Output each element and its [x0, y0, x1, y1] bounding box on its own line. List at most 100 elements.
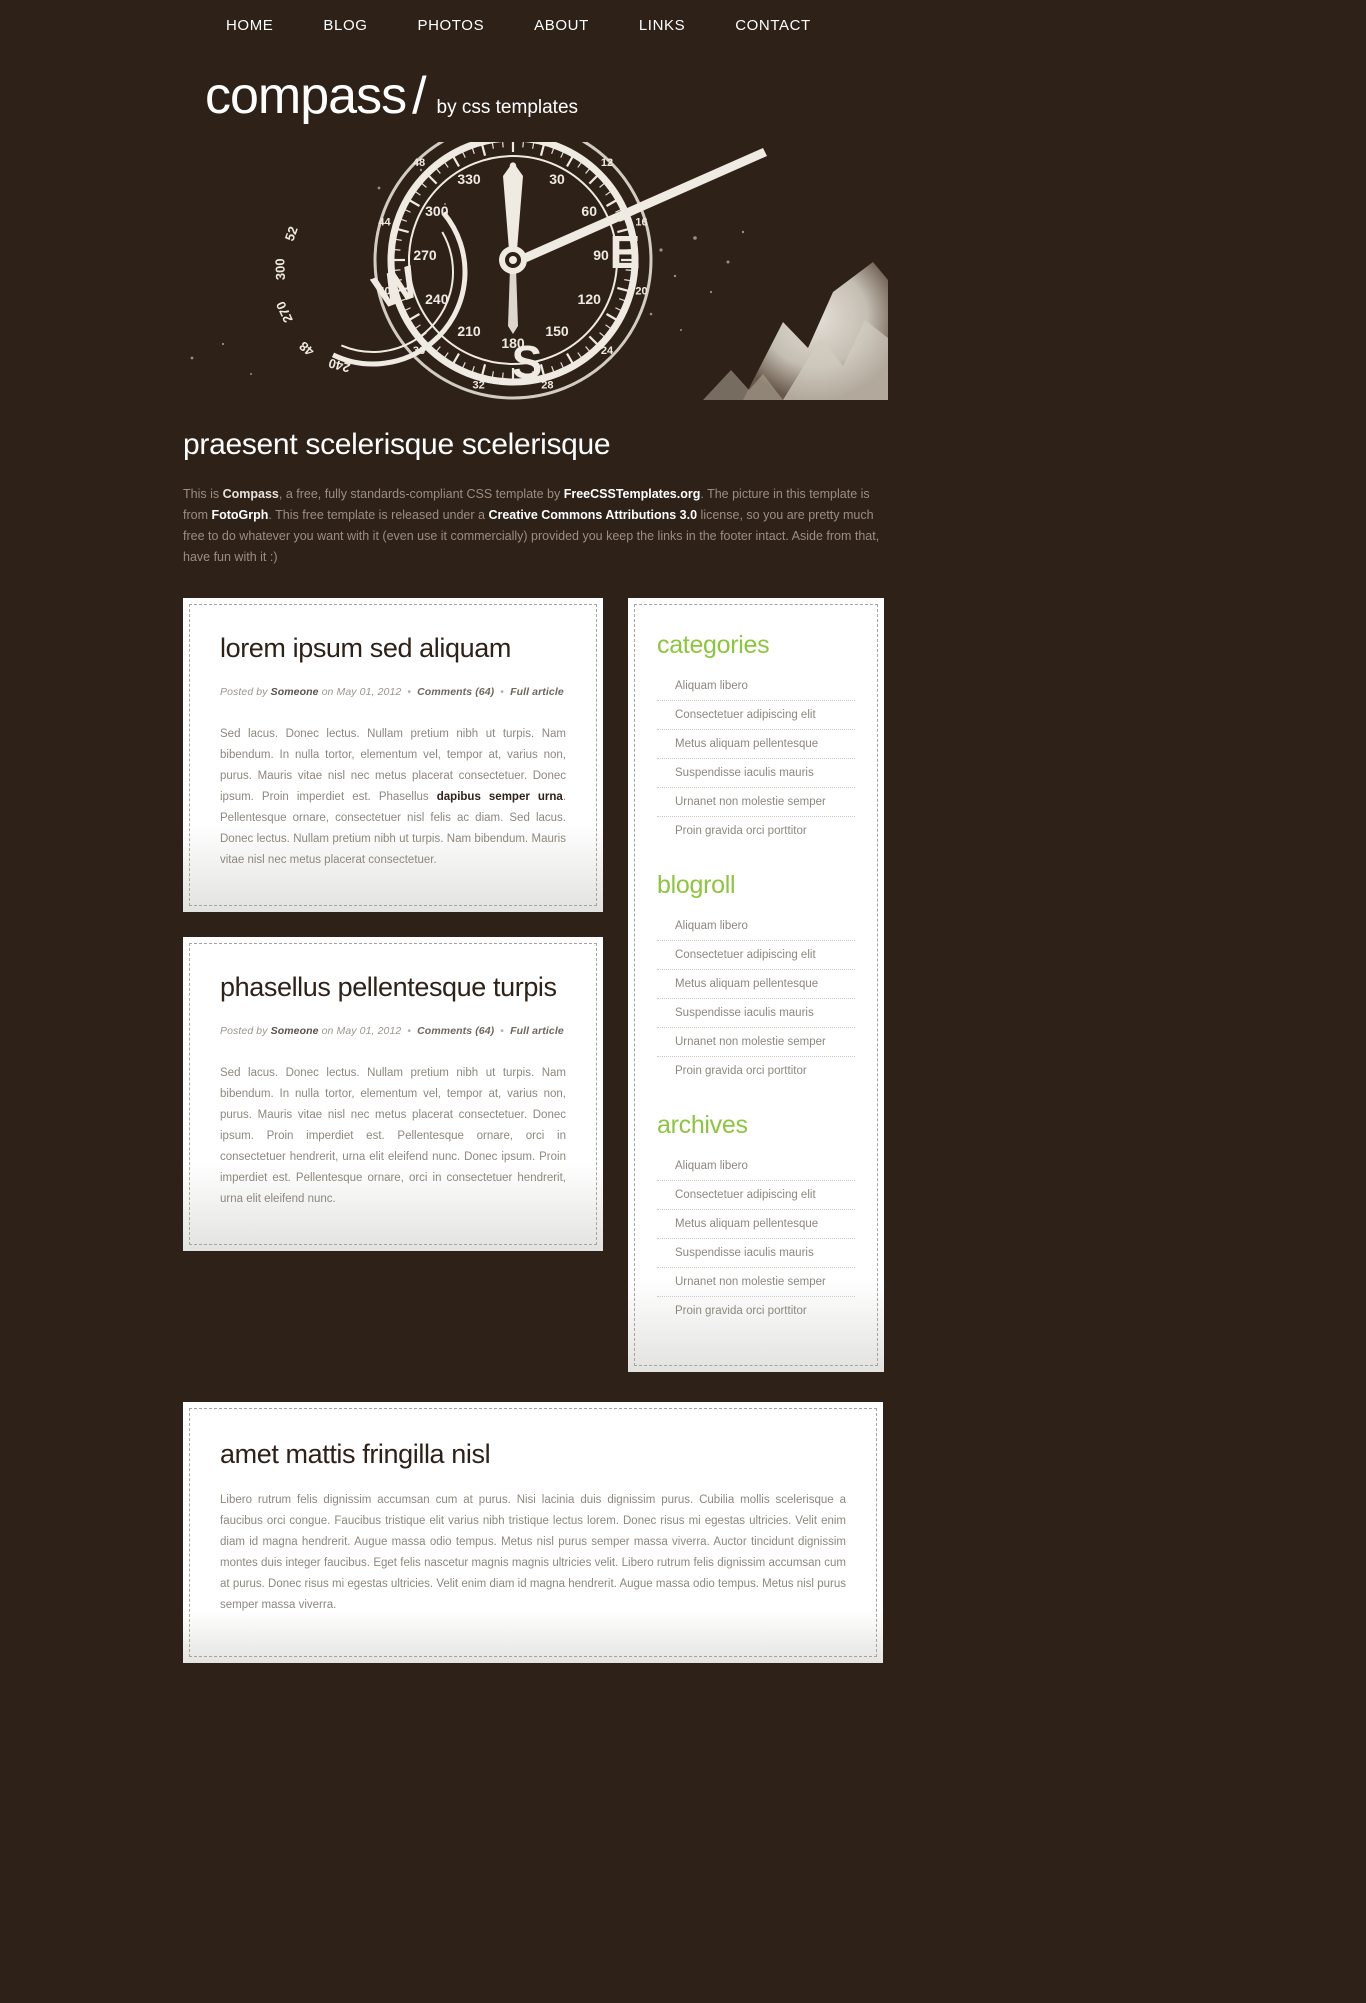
bottom-section: amet mattis fringilla nisl Libero rutrum… [183, 1402, 883, 1703]
svg-text:44: 44 [378, 217, 391, 229]
sidebar-link[interactable]: Aliquam libero [675, 1160, 748, 1172]
sidebar-link[interactable]: Consectetuer adipiscing elit [675, 709, 816, 721]
svg-text:240: 240 [425, 291, 449, 307]
sidebar-section-categories: categories Aliquam libero Consectetuer a… [657, 631, 855, 845]
list-item[interactable]: Aliquam libero [657, 672, 855, 700]
svg-text:E: E [610, 226, 641, 278]
page-root: HOME BLOG PHOTOS ABOUT LINKS CONTACT com… [0, 0, 1366, 1703]
link-fotogrph[interactable]: FotoGrph [211, 508, 268, 522]
post-meta-posted: Posted by [220, 1025, 271, 1037]
intro-text-4: . This free template is released under a [268, 508, 489, 522]
list-item[interactable]: Suspendisse iaculis mauris [657, 998, 855, 1027]
main-menu: HOME BLOG PHOTOS ABOUT LINKS CONTACT [226, 17, 836, 34]
svg-text:90: 90 [593, 247, 609, 263]
nav-item-photos[interactable]: PHOTOS [393, 17, 510, 34]
list-item[interactable]: Aliquam libero [657, 1152, 855, 1180]
sidebar-panel: categories Aliquam libero Consectetuer a… [628, 598, 884, 1372]
intro-brand: Compass [222, 487, 279, 501]
sidebar: categories Aliquam libero Consectetuer a… [628, 598, 884, 1372]
page-title: praesent scelerisque scelerisque [183, 428, 611, 461]
sidebar-link[interactable]: Proin gravida orci porttitor [675, 1305, 807, 1317]
list-item[interactable]: Urnanet non molestie semper [657, 787, 855, 816]
meta-separator-icon-2: • [500, 686, 505, 698]
nav-item-blog[interactable]: BLOG [298, 17, 392, 34]
svg-text:330: 330 [457, 171, 481, 187]
bottom-panel-inner: amet mattis fringilla nisl Libero rutrum… [189, 1408, 877, 1657]
post-meta: Posted by Someone on May 01, 2012 • Commen… [220, 1025, 566, 1037]
list-item[interactable]: Aliquam libero [657, 912, 855, 940]
sidebar-list: Aliquam libero Consectetuer adipiscing e… [657, 1152, 855, 1325]
sidebar-list: Aliquam libero Consectetuer adipiscing e… [657, 672, 855, 845]
link-creative-commons[interactable]: Creative Commons Attributions 3.0 [488, 508, 697, 522]
sidebar-link[interactable]: Urnanet non molestie semper [675, 1276, 826, 1288]
list-item[interactable]: Proin gravida orci porttitor [657, 816, 855, 845]
intro-text-2: , a free, fully standards-compliant CSS … [278, 487, 564, 501]
list-item[interactable]: Suspendisse iaculis mauris [657, 758, 855, 787]
svg-text:210: 210 [457, 323, 481, 339]
sidebar-link[interactable]: Metus aliquam pellentesque [675, 1218, 818, 1230]
svg-text:32: 32 [472, 379, 484, 391]
sidebar-link[interactable]: Suspendisse iaculis mauris [675, 1247, 814, 1259]
svg-text:60: 60 [581, 203, 597, 219]
sidebar-link[interactable]: Metus aliquam pellentesque [675, 738, 818, 750]
sidebar-link[interactable]: Consectetuer adipiscing elit [675, 1189, 816, 1201]
nav-item-home[interactable]: HOME [226, 17, 298, 34]
sidebar-link[interactable]: Urnanet non molestie semper [675, 1036, 826, 1048]
post-title[interactable]: phasellus pellentesque turpis [220, 972, 566, 1003]
intro-section: praesent scelerisque scelerisque This is… [183, 400, 883, 568]
post-body: Sed lacus. Donec lectus. Nullam pretium … [220, 1063, 566, 1210]
list-item[interactable]: Consectetuer adipiscing elit [657, 1180, 855, 1209]
sidebar-link[interactable]: Consectetuer adipiscing elit [675, 949, 816, 961]
sidebar-link[interactable]: Metus aliquam pellentesque [675, 978, 818, 990]
compass-illustration: 52 300 270 48 240 30 60 90 120 150 180 2… [183, 142, 888, 400]
list-item[interactable]: Consectetuer adipiscing elit [657, 700, 855, 729]
sidebar-link[interactable]: Urnanet non molestie semper [675, 796, 826, 808]
site-logo[interactable]: compass / by css templates [205, 50, 1366, 122]
list-item[interactable]: Metus aliquam pellentesque [657, 1209, 855, 1238]
post-full-article-link[interactable]: Full article [510, 1025, 564, 1037]
list-item[interactable]: Urnanet non molestie semper [657, 1267, 855, 1296]
posts-column: lorem ipsum sed aliquam Posted by Someon… [183, 598, 603, 1276]
logo-name: compass [205, 67, 407, 125]
sidebar-section-blogroll: blogroll Aliquam libero Consectetuer adi… [657, 871, 855, 1085]
post-title[interactable]: lorem ipsum sed aliquam [220, 633, 566, 664]
sidebar-section-archives: archives Aliquam libero Consectetuer adi… [657, 1111, 855, 1325]
svg-text:20: 20 [635, 285, 647, 297]
list-item[interactable]: Consectetuer adipiscing elit [657, 940, 855, 969]
intro-text-1: This is [183, 487, 223, 501]
post-comments-link[interactable]: Comments (64) [417, 686, 494, 698]
nav-item-links[interactable]: LINKS [614, 17, 710, 34]
sidebar-link[interactable]: Suspendisse iaculis mauris [675, 767, 814, 779]
sidebar-panel-inner: categories Aliquam libero Consectetuer a… [634, 604, 878, 1366]
svg-text:S: S [512, 336, 543, 388]
sidebar-heading: blogroll [657, 871, 736, 899]
post-card-1: lorem ipsum sed aliquam Posted by Someon… [183, 598, 603, 912]
list-item[interactable]: Urnanet non molestie semper [657, 1027, 855, 1056]
sidebar-link[interactable]: Proin gravida orci porttitor [675, 1065, 807, 1077]
sidebar-heading: categories [657, 631, 770, 659]
post-full-article-link[interactable]: Full article [510, 686, 564, 698]
nav-item-about[interactable]: ABOUT [509, 17, 614, 34]
link-freecsstemplates[interactable]: FreeCSSTemplates.org [564, 487, 701, 501]
list-item[interactable]: Metus aliquam pellentesque [657, 969, 855, 998]
post-card-1-inner: lorem ipsum sed aliquam Posted by Someon… [189, 604, 597, 906]
list-item[interactable]: Metus aliquam pellentesque [657, 729, 855, 758]
post-card-2: phasellus pellentesque turpis Posted by … [183, 937, 603, 1251]
sidebar-heading: archives [657, 1111, 748, 1139]
content-columns: lorem ipsum sed aliquam Posted by Someon… [183, 598, 1183, 1372]
logo-slash-icon: / [412, 67, 427, 125]
post-body: Sed lacus. Donec lectus. Nullam pretium … [220, 724, 566, 871]
post-author: Someone [270, 1025, 319, 1037]
post-comments-link[interactable]: Comments (64) [417, 1025, 494, 1037]
list-item[interactable]: Suspendisse iaculis mauris [657, 1238, 855, 1267]
sidebar-link[interactable]: Aliquam libero [675, 680, 748, 692]
sidebar-link[interactable]: Proin gravida orci porttitor [675, 825, 807, 837]
svg-text:270: 270 [413, 247, 437, 263]
sidebar-link[interactable]: Suspendisse iaculis mauris [675, 1007, 814, 1019]
nav-item-contact[interactable]: CONTACT [710, 17, 836, 34]
svg-text:30: 30 [549, 171, 565, 187]
list-item[interactable]: Proin gravida orci porttitor [657, 1056, 855, 1085]
post-card-2-inner: phasellus pellentesque turpis Posted by … [189, 943, 597, 1245]
sidebar-link[interactable]: Aliquam libero [675, 920, 748, 932]
list-item[interactable]: Proin gravida orci porttitor [657, 1296, 855, 1325]
